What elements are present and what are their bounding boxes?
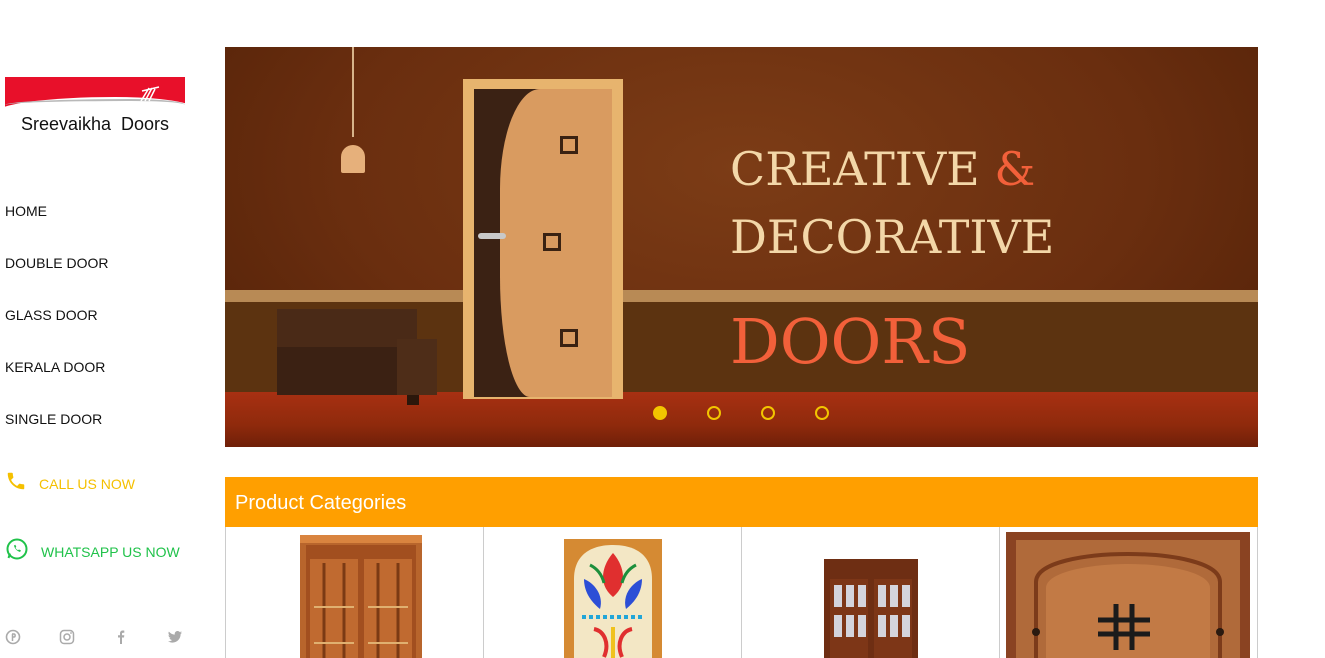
brand-name: Sreevaikha Doors — [20, 114, 170, 134]
main-nav: HOME DOUBLE DOOR GLASS DOOR KERALA DOOR … — [5, 200, 108, 460]
carousel-dot-3[interactable] — [761, 406, 775, 420]
product-categories-heading: Product Categories — [225, 477, 1258, 527]
whatsapp-link[interactable]: WHATSAPP US NOW — [5, 537, 180, 561]
whatsapp-icon — [6, 538, 28, 560]
social-links — [5, 629, 185, 647]
category-card-kerala-door[interactable] — [742, 527, 1000, 658]
nav-double-door[interactable]: DOUBLE DOOR — [5, 252, 108, 304]
carousel-dot-4[interactable] — [815, 406, 829, 420]
carousel-dots — [653, 406, 829, 420]
facebook-icon[interactable] — [113, 629, 131, 647]
double-door-image — [300, 535, 422, 658]
banner-headline-3: DOORS — [730, 305, 971, 378]
category-card-glass-door[interactable] — [484, 527, 742, 658]
hero-carousel[interactable]: CREATIVE & DECORATIVE DOORS — [225, 47, 1258, 447]
twitter-icon[interactable] — [167, 629, 185, 647]
single-door-image — [1006, 532, 1250, 658]
call-us-label: CALL US NOW — [39, 476, 135, 492]
nav-kerala-door[interactable]: KERALA DOOR — [5, 356, 108, 408]
banner-headline-1: CREATIVE & — [730, 142, 1036, 196]
brand-logo[interactable]: Sreevaikha Doors — [5, 77, 185, 135]
category-card-double-door[interactable] — [226, 527, 484, 658]
carousel-dot-1[interactable] — [653, 406, 667, 420]
pinterest-icon[interactable] — [5, 629, 23, 647]
sofa-image — [277, 309, 437, 405]
sidebar: Sreevaikha Doors HOME DOUBLE DOOR GLASS … — [0, 0, 200, 658]
door-handle — [478, 233, 506, 239]
phone-icon — [7, 472, 25, 490]
glass-door-image — [564, 539, 662, 658]
kerala-door-image — [824, 559, 918, 658]
carousel-dot-2[interactable] — [707, 406, 721, 420]
instagram-icon[interactable] — [59, 629, 77, 647]
banner-headline-2: DECORATIVE — [730, 210, 1055, 264]
whatsapp-label: WHATSAPP US NOW — [41, 544, 180, 560]
nav-home[interactable]: HOME — [5, 200, 108, 252]
product-categories-grid — [225, 527, 1258, 658]
call-us-link[interactable]: CALL US NOW — [5, 470, 135, 492]
pendant-lamp-image — [341, 145, 365, 173]
category-card-single-door[interactable] — [1000, 527, 1258, 658]
logo-mark-icon — [140, 86, 160, 102]
nav-glass-door[interactable]: GLASS DOOR — [5, 304, 108, 356]
nav-single-door[interactable]: SINGLE DOOR — [5, 408, 108, 460]
